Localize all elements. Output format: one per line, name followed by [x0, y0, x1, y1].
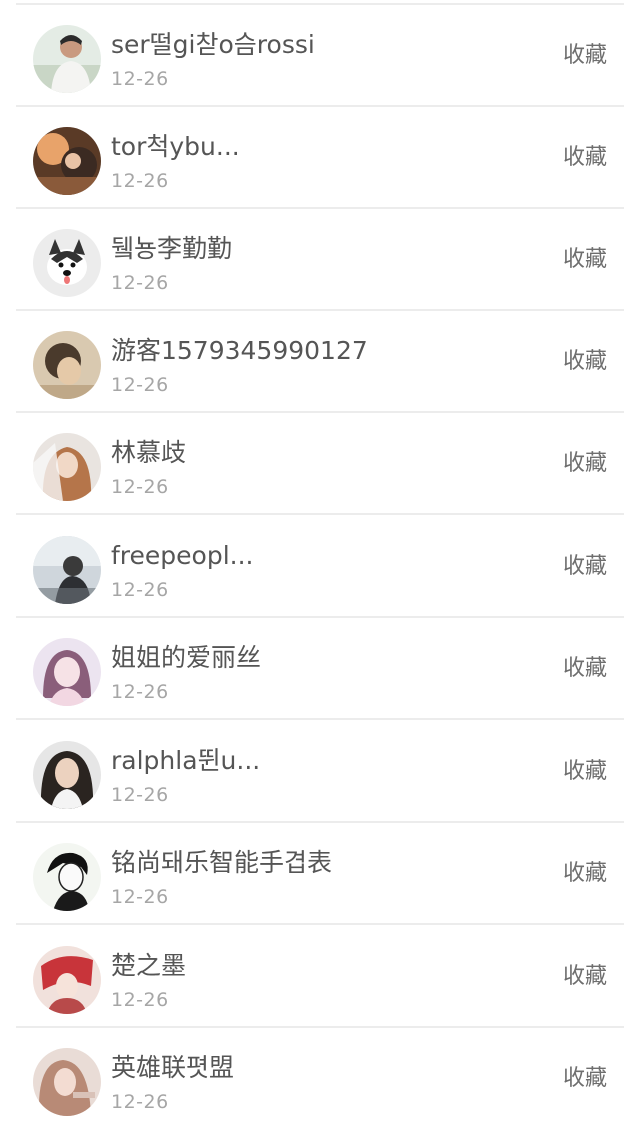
list-item[interactable]: 铭尚돼乐智能手겹表 12-26 收藏: [0, 823, 640, 925]
favorite-button[interactable]: 收藏: [563, 41, 607, 71]
favorite-button[interactable]: 收藏: [563, 654, 607, 684]
list-item[interactable]: 楚之墨 12-26 收藏: [0, 926, 640, 1028]
favorite-button[interactable]: 收藏: [563, 1064, 607, 1094]
list-item[interactable]: 姐姐的爱丽丝 12-26 收藏: [0, 618, 640, 720]
timestamp: 12-26: [111, 886, 169, 908]
row-divider: [16, 513, 624, 515]
avatar[interactable]: [33, 946, 101, 1014]
avatar[interactable]: [33, 433, 101, 501]
favorite-button[interactable]: 收藏: [563, 449, 607, 479]
list-item[interactable]: 뒠뇽李勤勤 12-26 收藏: [0, 209, 640, 311]
username: ser떨gi찯o슴rossi: [111, 30, 315, 59]
username: 楚之墨: [111, 951, 187, 980]
favorite-button[interactable]: 收藏: [563, 347, 607, 377]
avatar[interactable]: [33, 127, 101, 195]
favorite-button[interactable]: 收藏: [563, 143, 607, 173]
favorite-button[interactable]: 收藏: [563, 245, 607, 275]
username: tor척ybu...: [111, 132, 240, 161]
username: 뒠뇽李勤勤: [111, 234, 233, 263]
avatar[interactable]: [33, 229, 101, 297]
username: 游客1579345990127: [111, 336, 368, 365]
username: 林慕歧: [111, 438, 187, 467]
list-item[interactable]: 林慕歧 12-26 收藏: [0, 413, 640, 515]
avatar[interactable]: [33, 25, 101, 93]
timestamp: 12-26: [111, 579, 169, 601]
favorite-button[interactable]: 收藏: [563, 552, 607, 582]
timestamp: 12-26: [111, 989, 169, 1011]
avatar[interactable]: [33, 1048, 101, 1116]
avatar[interactable]: [33, 331, 101, 399]
avatar[interactable]: [33, 843, 101, 911]
username: freepeopl...: [111, 541, 254, 570]
favorites-list: ser떨gi찯o슴rossi 12-26 收藏 tor척ybu... 12-26…: [0, 0, 640, 1124]
favorite-button[interactable]: 收藏: [563, 962, 607, 992]
avatar[interactable]: [33, 741, 101, 809]
row-divider: [16, 718, 624, 720]
timestamp: 12-26: [111, 476, 169, 498]
list-item[interactable]: ralphla뛴u... 12-26 收藏: [0, 721, 640, 823]
list-item[interactable]: 英雄联폇盟 12-26 收藏: [0, 1028, 640, 1130]
timestamp: 12-26: [111, 681, 169, 703]
timestamp: 12-26: [111, 170, 169, 192]
row-divider: [16, 923, 624, 925]
timestamp: 12-26: [111, 68, 169, 90]
timestamp: 12-26: [111, 784, 169, 806]
timestamp: 12-26: [111, 272, 169, 294]
list-item[interactable]: 游客1579345990127 12-26 收藏: [0, 311, 640, 413]
list-item[interactable]: tor척ybu... 12-26 收藏: [0, 107, 640, 209]
favorite-button[interactable]: 收藏: [563, 859, 607, 889]
list-item[interactable]: ser떨gi찯o슴rossi 12-26 收藏: [0, 5, 640, 107]
timestamp: 12-26: [111, 1091, 169, 1113]
avatar[interactable]: [33, 638, 101, 706]
avatar[interactable]: [33, 536, 101, 604]
username: 铭尚돼乐智能手겹表: [111, 848, 333, 877]
username: ralphla뛴u...: [111, 746, 261, 775]
username: 姐姐的爱丽丝: [111, 643, 262, 672]
favorite-button[interactable]: 收藏: [563, 757, 607, 787]
list-item[interactable]: freepeopl... 12-26 收藏: [0, 516, 640, 618]
username: 英雄联폇盟: [111, 1053, 235, 1082]
timestamp: 12-26: [111, 374, 169, 396]
